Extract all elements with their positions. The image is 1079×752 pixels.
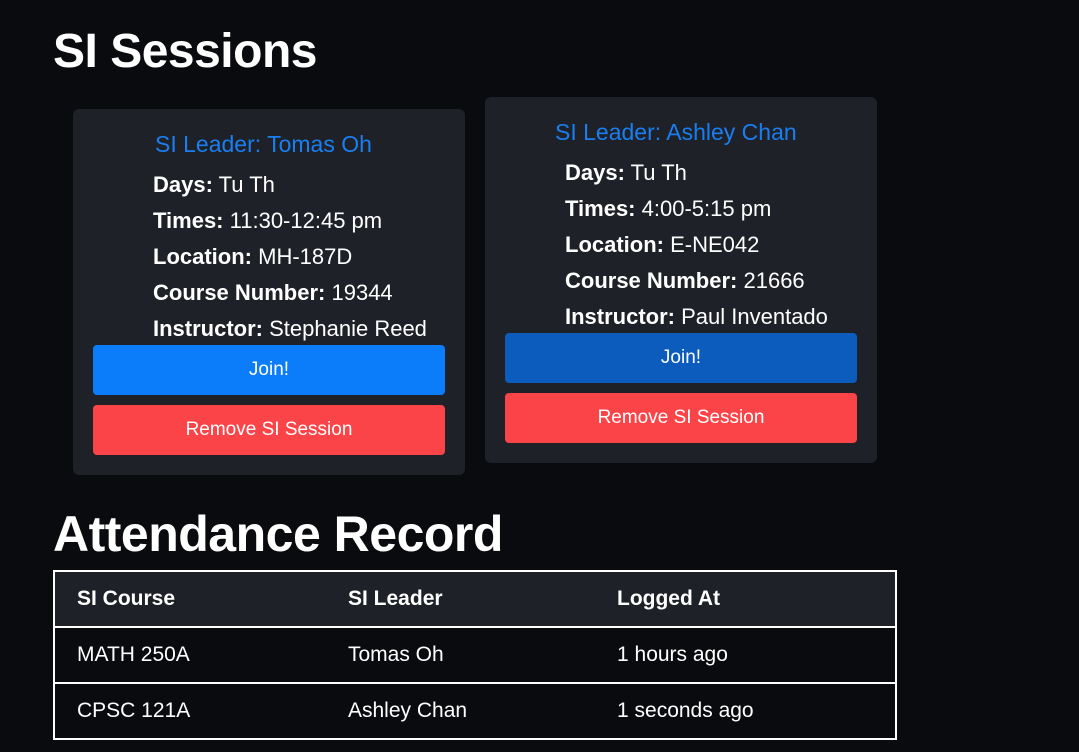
session-location-row: Location: E-NE042 [565,227,828,263]
course-number-label: Course Number: [153,280,326,305]
location-value: MH-187D [258,244,353,269]
days-value: Tu Th [218,172,275,197]
session-details: Days: Tu Th Times: 4:00-5:15 pm Location… [565,155,828,335]
remove-session-button[interactable]: Remove SI Session [505,393,857,443]
column-header-si-leader: SI Leader [326,570,595,628]
session-times-row: Times: 4:00-5:15 pm [565,191,828,227]
location-label: Location: [565,232,664,257]
session-times-row: Times: 11:30-12:45 pm [153,203,427,239]
course-number-value: 19344 [331,280,393,305]
cell-logged-at: 1 hours ago [595,626,897,684]
join-button[interactable]: Join! [93,345,445,395]
days-label: Days: [153,172,213,197]
sessions-heading: SI Sessions [53,25,317,78]
course-number-value: 21666 [743,268,805,293]
cell-si-leader: Ashley Chan [326,682,595,740]
days-label: Days: [565,160,625,185]
session-card: SI Leader: Ashley Chan Days: Tu Th Times… [485,97,877,463]
session-instructor-row: Instructor: Paul Inventado [565,299,828,335]
session-leader-title: SI Leader: Ashley Chan [555,119,797,145]
cell-si-leader: Tomas Oh [326,626,595,684]
page: SI Sessions SI Leader: Tomas Oh Days: Tu… [0,0,1079,752]
session-location-row: Location: MH-187D [153,239,427,275]
location-value: E-NE042 [670,232,760,257]
join-button[interactable]: Join! [505,333,857,383]
location-label: Location: [153,244,252,269]
table-header-row: SI Course SI Leader Logged At [53,570,897,628]
column-header-logged-at: Logged At [595,570,897,628]
times-label: Times: [565,196,636,221]
instructor-value: Stephanie Reed [269,316,427,341]
attendance-table: SI Course SI Leader Logged At MATH 250A … [53,570,897,740]
course-number-label: Course Number: [565,268,738,293]
attendance-heading: Attendance Record [53,506,503,562]
cell-si-course: MATH 250A [53,626,326,684]
table-row: MATH 250A Tomas Oh 1 hours ago [53,626,897,684]
column-header-si-course: SI Course [53,570,326,628]
instructor-label: Instructor: [153,316,263,341]
session-leader-title: SI Leader: Tomas Oh [155,131,372,157]
session-days-row: Days: Tu Th [565,155,828,191]
session-course-number-row: Course Number: 21666 [565,263,828,299]
session-course-number-row: Course Number: 19344 [153,275,427,311]
table-row: CPSC 121A Ashley Chan 1 seconds ago [53,682,897,740]
cell-logged-at: 1 seconds ago [595,682,897,740]
session-instructor-row: Instructor: Stephanie Reed [153,311,427,347]
instructor-label: Instructor: [565,304,675,329]
instructor-value: Paul Inventado [681,304,828,329]
times-label: Times: [153,208,224,233]
session-card: SI Leader: Tomas Oh Days: Tu Th Times: 1… [73,109,465,475]
session-days-row: Days: Tu Th [153,167,427,203]
times-value: 11:30-12:45 pm [229,208,383,233]
cell-si-course: CPSC 121A [53,682,326,740]
remove-session-button[interactable]: Remove SI Session [93,405,445,455]
days-value: Tu Th [630,160,687,185]
times-value: 4:00-5:15 pm [641,196,772,221]
session-details: Days: Tu Th Times: 11:30-12:45 pm Locati… [153,167,427,347]
